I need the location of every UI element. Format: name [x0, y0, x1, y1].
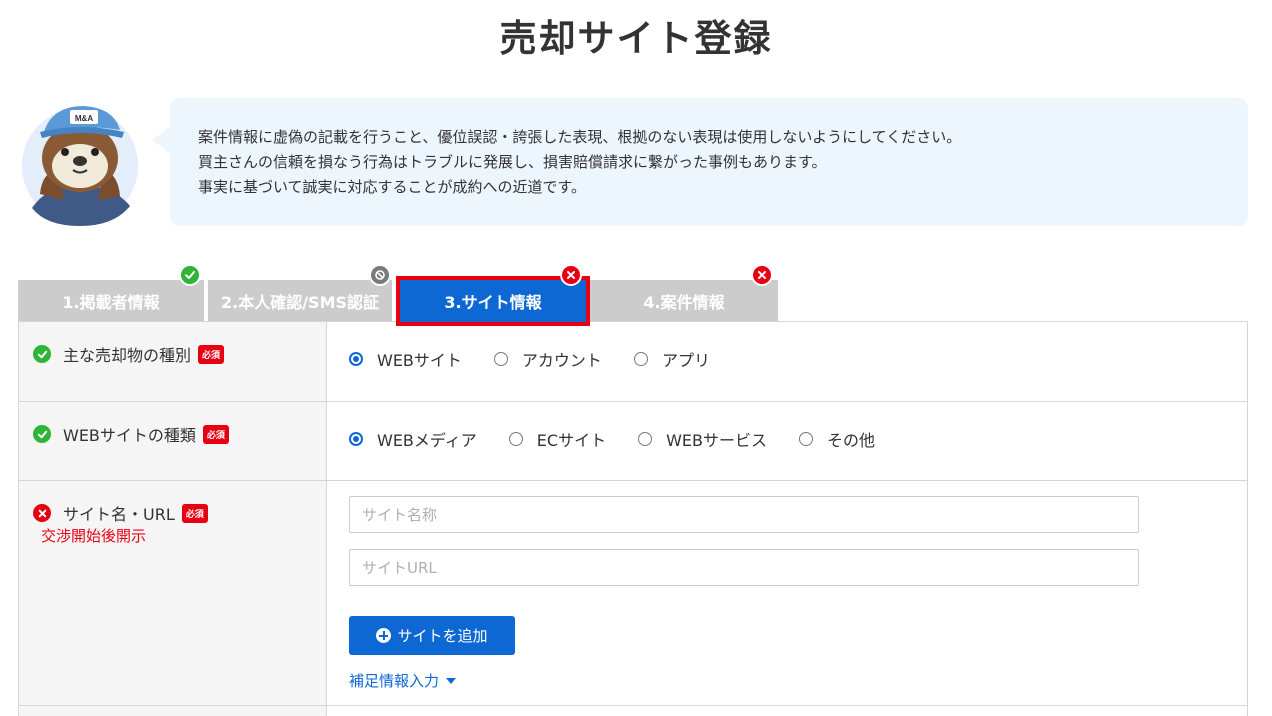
add-site-button-label: サイトを追加 — [397, 627, 488, 645]
notice-line: 案件情報に虚偽の記載を行うこと、優位誤認・誇張した表現、根拠のない表現は使用しな… — [198, 128, 962, 146]
radio-button-selected[interactable] — [349, 352, 363, 366]
field-label-cell: サイト名・URL 必須 交渉開始後開示 — [19, 481, 327, 705]
notice-panel: M&A 案件情報に虚偽の記載を行うこと、優位誤認・誇張した表現、根拠のない表現は… — [18, 98, 1248, 228]
field-label-text: 主な売却物の種別 — [63, 346, 192, 365]
add-site-button[interactable]: サイトを追加 — [349, 616, 515, 655]
notice-line: 買主さんの信頼を損なう行為はトラブルに発展し、損害賠償請求に繋がった事例もありま… — [198, 153, 827, 171]
tab-publisher-info[interactable]: 1.掲載者情報 — [18, 280, 204, 322]
field-input-cell: サイトを追加 補足情報入力 — [327, 481, 1247, 705]
tab-label: 1.掲載者情報 — [62, 293, 160, 312]
field-label-cell: WEBサイトの種類 必須 — [19, 402, 327, 480]
radio-web-media[interactable]: WEBメディア — [349, 427, 477, 451]
tab-label: 4.案件情報 — [643, 293, 725, 312]
check-icon — [179, 264, 201, 286]
radio-web-service[interactable]: WEBサービス — [638, 427, 767, 451]
website-type-radio-group: WEBメディア ECサイト WEBサービス その他 — [349, 427, 907, 451]
radio-account[interactable]: アカウント — [493, 347, 602, 371]
tab-label: 3.サイト情報 — [444, 293, 542, 312]
required-badge: 必須 — [198, 344, 225, 364]
radio-button[interactable] — [493, 352, 508, 366]
radio-label: ECサイト — [536, 431, 607, 450]
notice-line: 事実に基づいて誠実に対応することが成約への近道です。 — [198, 178, 587, 196]
tab-identity-sms[interactable]: 2.本人確認/SMS認証 — [208, 280, 392, 322]
supplementary-info-label: 補足情報入力 — [349, 672, 440, 690]
tab-listing-info[interactable]: 4.案件情報 — [590, 280, 778, 322]
radio-label: その他 — [827, 431, 876, 450]
required-badge: 必須 — [202, 424, 229, 444]
error-icon — [751, 264, 773, 286]
caret-down-icon — [446, 677, 457, 684]
site-name-input[interactable] — [349, 496, 1139, 533]
prohibited-icon — [369, 264, 391, 286]
form-row-site-name-url: サイト名・URL 必須 交渉開始後開示 サイトを追加 補足情報入力 — [19, 481, 1247, 706]
plus-circle-icon — [376, 628, 392, 643]
radio-label: WEBサイト — [377, 351, 462, 370]
form-row-sale-type: 主な売却物の種別 必須 WEBサイト アカウント アプリ — [19, 322, 1247, 402]
field-label: WEBサイトの種類 必須 — [33, 422, 229, 446]
field-label-cell: 主な売却物の種別 必須 — [19, 322, 327, 401]
sale-type-radio-group: WEBサイト アカウント アプリ — [349, 347, 742, 371]
check-icon — [33, 425, 51, 443]
tab-label: 2.本人確認/SMS認証 — [220, 293, 380, 312]
radio-label: アカウント — [521, 351, 602, 370]
mascot-cap-text: M&A — [75, 114, 93, 123]
radio-button[interactable] — [638, 432, 653, 446]
radio-app[interactable]: アプリ — [633, 347, 710, 371]
radio-button[interactable] — [633, 352, 648, 366]
otter-mascot-icon: M&A — [22, 106, 138, 226]
step-tabs: 1.掲載者情報 2.本人確認/SMS認証 3.サイト情報 4.案件情報 — [18, 264, 1248, 326]
radio-label: WEBサービス — [666, 431, 768, 450]
required-badge: 必須 — [181, 503, 208, 523]
radio-label: アプリ — [661, 351, 710, 370]
site-info-form: 主な売却物の種別 必須 WEBサイト アカウント アプリ WEBサイトの種類 必… — [18, 321, 1248, 716]
check-icon — [33, 345, 51, 363]
error-icon — [560, 264, 582, 286]
field-label: 主な売却物の種別 必須 — [33, 342, 225, 366]
radio-button-selected[interactable] — [349, 432, 363, 446]
field-input-cell: WEBメディア ECサイト WEBサービス その他 — [327, 402, 1247, 480]
field-label: サイト名・URL 必須 — [33, 501, 208, 525]
page-title: 売却サイト登録 — [499, 17, 773, 60]
form-row-next — [19, 706, 1247, 716]
radio-ec-site[interactable]: ECサイト — [508, 427, 607, 451]
radio-button[interactable] — [799, 432, 814, 446]
field-label-text: WEBサイトの種類 — [63, 426, 196, 445]
radio-label: WEBメディア — [377, 431, 477, 450]
radio-website[interactable]: WEBサイト — [349, 347, 462, 371]
disclosure-note: 交渉開始後開示 — [41, 527, 147, 545]
field-label-text: サイト名・URL — [63, 505, 175, 524]
radio-other[interactable]: その他 — [799, 427, 875, 451]
tab-site-info[interactable]: 3.サイト情報 — [396, 276, 590, 326]
form-row-website-type: WEBサイトの種類 必須 WEBメディア ECサイト WEBサービス その他 — [19, 402, 1247, 481]
radio-button[interactable] — [508, 432, 523, 446]
field-label-cell — [19, 706, 327, 716]
field-input-cell: WEBサイト アカウント アプリ — [327, 322, 1247, 401]
site-url-input[interactable] — [349, 549, 1139, 586]
notice-bubble: 案件情報に虚偽の記載を行うこと、優位誤認・誇張した表現、根拠のない表現は使用しな… — [152, 98, 1248, 226]
supplementary-info-toggle[interactable]: 補足情報入力 — [349, 670, 457, 691]
error-icon — [33, 504, 51, 522]
